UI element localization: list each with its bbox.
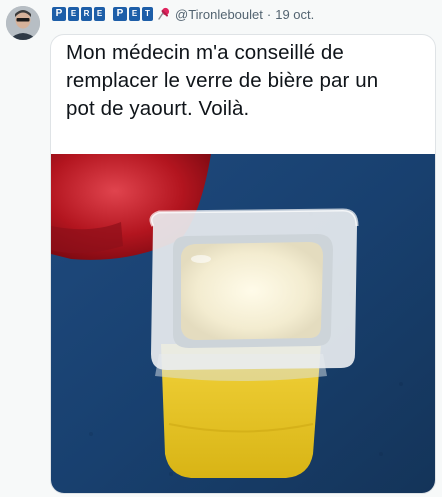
- name-letter-block: P: [52, 7, 66, 21]
- yogurt-cup-photo: [51, 154, 435, 493]
- name-letter-block: E: [68, 7, 79, 21]
- name-letter-block: P: [113, 7, 127, 21]
- separator-dot: ·: [266, 6, 272, 22]
- quoted-post-card[interactable]: Mon médecin m'a conseillé de remplacer l…: [50, 34, 436, 494]
- display-name[interactable]: P E R E P E T: [52, 7, 153, 21]
- pushpin-icon: [157, 7, 171, 21]
- user-handle[interactable]: @Tironleboulet: [175, 7, 263, 22]
- post-text: Mon médecin m'a conseillé de remplacer l…: [66, 41, 379, 120]
- name-letter-block: T: [142, 7, 153, 21]
- tweet-header: P E R E P E T @Tironleboulet · 19 oct.: [52, 4, 314, 24]
- post-image[interactable]: [51, 154, 435, 493]
- name-letter-block: R: [81, 7, 92, 21]
- avatar[interactable]: [6, 6, 40, 40]
- name-letter-block: E: [129, 7, 140, 21]
- tweet-date[interactable]: 19 oct.: [275, 7, 314, 22]
- avatar-image: [6, 6, 40, 40]
- name-letter-block: E: [94, 7, 105, 21]
